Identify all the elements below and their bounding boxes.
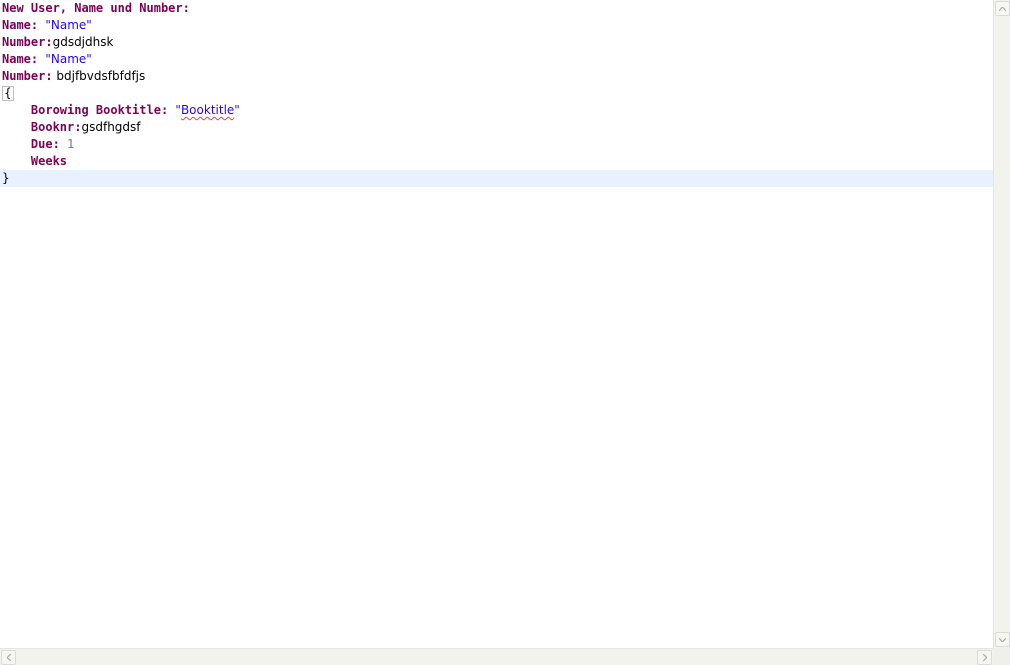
- code-line-5: Number: bdjfbvdsfbfdfjs: [2, 68, 145, 85]
- open-brace-matched: {: [2, 86, 14, 101]
- keyword: Number:: [2, 35, 53, 49]
- right-arrow-icon[interactable]: [977, 650, 992, 665]
- string-literal-misspelled: Booktitle: [180, 103, 235, 117]
- keyword: Booknr:: [30, 120, 82, 134]
- string-literal: "Name": [45, 18, 92, 32]
- value-text: gdsdjdhsk: [52, 35, 114, 49]
- horizontal-scrollbar[interactable]: [0, 648, 993, 665]
- code-line-7: Borowing Booktitle: "Booktitle": [2, 102, 240, 119]
- keyword: Weeks: [30, 154, 68, 168]
- code-editor[interactable]: New User, Name und Number: Name: "Name" …: [0, 0, 993, 648]
- code-line-9: Due: 1: [2, 136, 74, 153]
- code-line-2: Name: "Name": [2, 17, 92, 34]
- code-line-3: Number:gdsdjdhsk: [2, 34, 113, 51]
- string-literal: "Name": [45, 52, 92, 66]
- code-line-1: New User, Name und Number:: [2, 0, 190, 17]
- keyword: New User, Name und Number:: [2, 1, 190, 15]
- keyword: Name:: [2, 52, 39, 66]
- code-line-10: Weeks: [2, 153, 67, 170]
- keyword: Borowing Booktitle:: [30, 103, 169, 117]
- code-line-8: Booknr:gsdfhgdsf: [2, 119, 141, 136]
- value-text: gsdfhgdsf: [81, 120, 141, 134]
- close-brace: }: [2, 171, 10, 185]
- code-line-4: Name: "Name": [2, 51, 92, 68]
- number-literal: 1: [67, 137, 75, 151]
- current-line-highlight: [0, 170, 993, 187]
- code-line-6: {: [2, 85, 14, 102]
- keyword: Number:: [2, 69, 53, 83]
- up-arrow-icon[interactable]: [995, 1, 1010, 16]
- down-arrow-icon[interactable]: [995, 632, 1010, 647]
- keyword: Name:: [2, 18, 39, 32]
- value-text: bdjfbvdsfbfdfjs: [52, 69, 146, 83]
- string-quote-close: ": [234, 103, 240, 117]
- separator: [60, 137, 67, 151]
- scrollbar-corner: [993, 648, 1010, 665]
- left-arrow-icon[interactable]: [1, 650, 16, 665]
- vertical-scrollbar[interactable]: [993, 0, 1010, 648]
- keyword: Due:: [30, 137, 60, 151]
- code-line-11: }: [2, 170, 10, 187]
